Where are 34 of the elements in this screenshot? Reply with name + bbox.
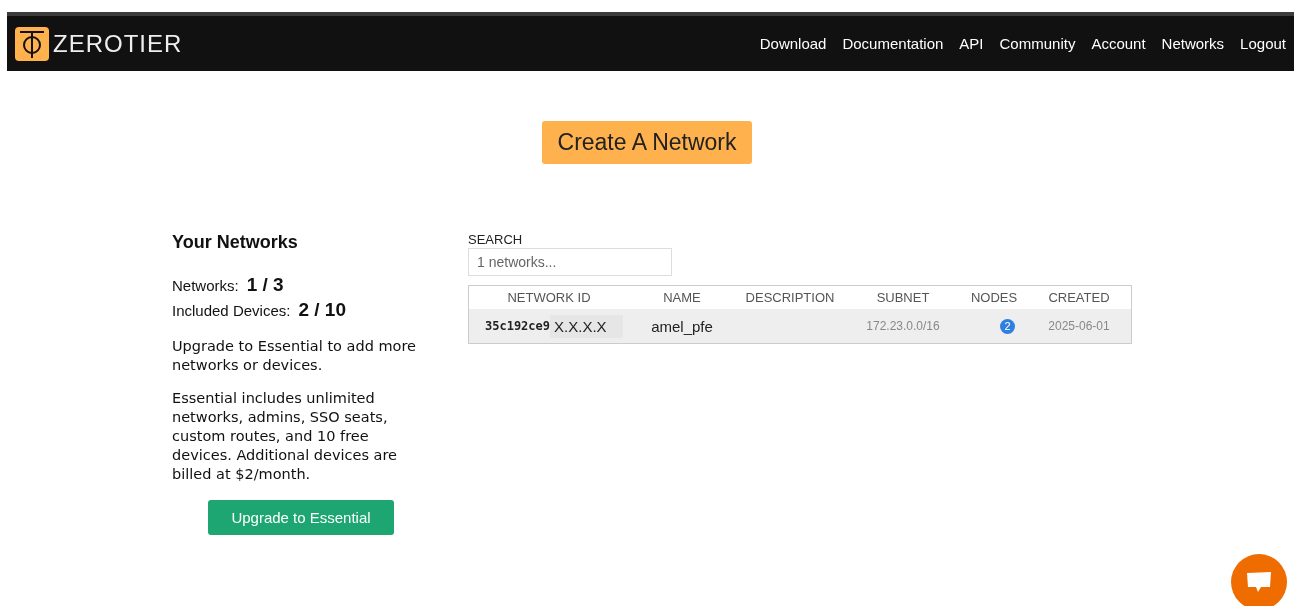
column-header: NETWORK ID [506, 289, 592, 307]
nav-link[interactable]: Documentation [842, 35, 944, 52]
network-name: amel_pfe [650, 317, 714, 335]
column-header: NAME [662, 289, 702, 307]
masked-id: X.X.X.X [550, 314, 623, 338]
section-title: Your Networks [172, 232, 299, 253]
chat-button[interactable] [1231, 554, 1287, 606]
search-label: SEARCH [468, 232, 524, 247]
nav-link[interactable]: Community [999, 35, 1076, 52]
nodes-badge: 2 [1000, 318, 1015, 334]
column-header: SUBNET [875, 289, 931, 307]
speech-bubble-icon [1246, 571, 1272, 593]
search-field[interactable]: 1 networks... [468, 248, 672, 276]
stat-label: Included Devices: [172, 301, 291, 321]
column-header: DESCRIPTION [744, 289, 836, 307]
nav-link[interactable]: Logout [1240, 35, 1286, 52]
nav-link[interactable]: Account [1091, 35, 1146, 52]
stat-label: Networks: [172, 276, 239, 296]
nav-link[interactable]: API [959, 35, 984, 52]
brand-name: ZEROTIER [53, 29, 183, 58]
info-paragraph: Upgrade to Essential to add more networks or devices. [172, 337, 417, 375]
info-paragraph: Essential includes unlimited networks, admins, SSO seats, custom routes, and 10 free devices. Additional devices are billed at $2/month. [172, 389, 399, 484]
created-cell-text: 2025-06-01 [1047, 319, 1111, 333]
logo-icon [15, 26, 49, 61]
stat-value: 2 / 10 [298, 298, 346, 322]
subnet-cell-text: 172.23.0.0/16 [865, 319, 941, 333]
table-row[interactable]: 35c192ce9 X.X.X.X amel_pfe 172.23.0.0/16 2 2025-06-01 [469, 309, 1131, 343]
stat-value: 1 / 3 [246, 273, 284, 297]
column-header: CREATED [1047, 289, 1111, 307]
create-network-button[interactable]: Create A Network [541, 121, 753, 164]
nav-link[interactable]: Download [759, 35, 827, 52]
column-header: NODES [969, 289, 1019, 307]
nav-link[interactable]: Networks [1161, 35, 1225, 52]
network-id[interactable]: 35c192ce9 [485, 319, 551, 333]
